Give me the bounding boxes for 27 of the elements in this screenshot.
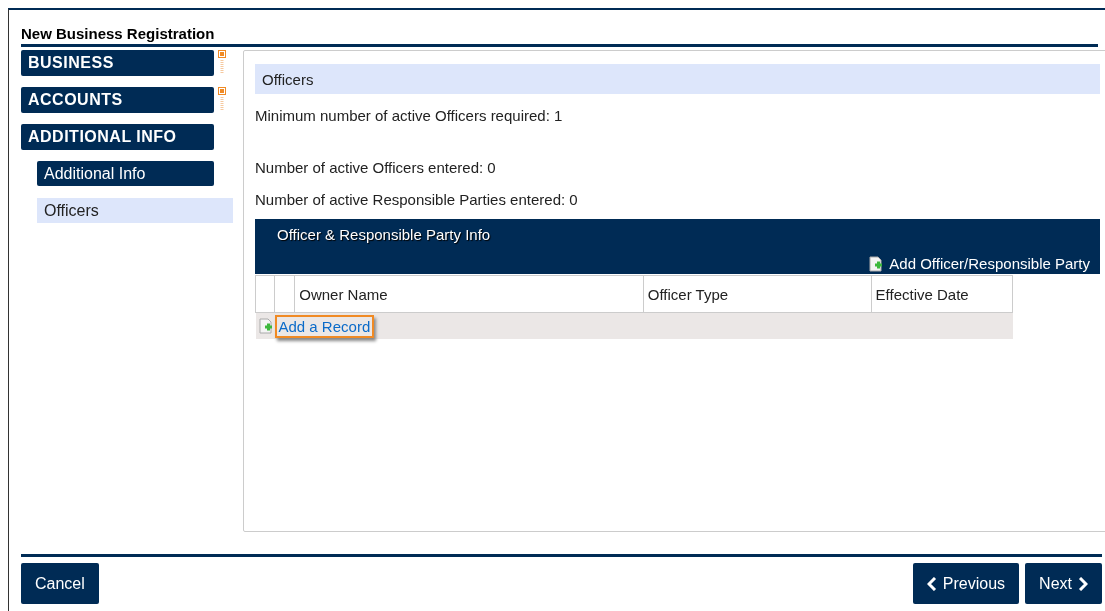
expand-icon[interactable]: [218, 87, 226, 113]
column-header: Owner Name: [294, 275, 644, 313]
chevron-left-icon: [926, 576, 937, 591]
info-text: Number of active Responsible Parties entered: 0: [255, 190, 578, 208]
add-document-icon: [869, 255, 884, 272]
next-button[interactable]: Next: [1025, 563, 1102, 604]
table-header: [274, 275, 295, 313]
sidebar-section[interactable]: ACCOUNTS: [21, 87, 214, 113]
chevron-right-icon: [1078, 576, 1088, 591]
cancel-button[interactable]: Cancel: [21, 563, 99, 604]
sidebar-item[interactable]: Additional Info: [37, 161, 214, 186]
sidebar-item[interactable]: Officers: [37, 198, 233, 223]
expand-icon[interactable]: [218, 50, 226, 76]
info-text: Number of active Officers entered: 0: [255, 158, 496, 176]
table-header: [255, 275, 275, 313]
sidebar-section[interactable]: ADDITIONAL INFO: [21, 124, 214, 150]
section-title: Officer & Responsible Party Info: [277, 226, 492, 243]
add-officer-link[interactable]: Add Officer/Responsible Party: [867, 254, 1092, 273]
section-heading: Officers: [255, 64, 1100, 94]
info-text: Minimum number of active Officers required: 1: [255, 106, 563, 124]
column-header: Officer Type: [643, 275, 872, 313]
previous-button[interactable]: Previous: [912, 563, 1020, 604]
add-record-link[interactable]: Add a Record: [274, 314, 375, 338]
sidebar-section[interactable]: BUSINESS: [21, 50, 214, 76]
add-document-icon: [258, 318, 273, 334]
column-header: Effective Date: [871, 275, 1013, 313]
window-title: New Business Registration: [21, 25, 1098, 47]
